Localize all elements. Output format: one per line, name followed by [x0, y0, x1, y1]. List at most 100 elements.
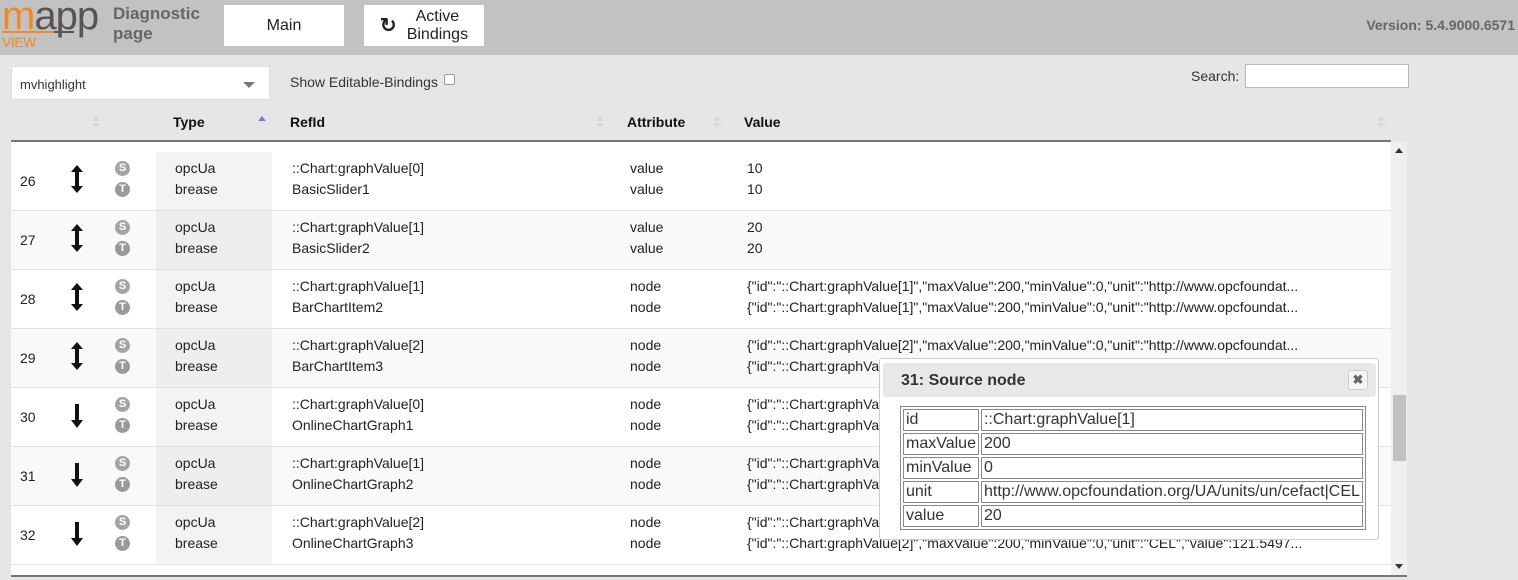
table-row[interactable]: 26 S TopcUa brease::Chart:graphValue[0] Basi… — [11, 152, 1391, 211]
source-badge-icon[interactable]: S — [115, 456, 130, 471]
property-key: value — [903, 505, 979, 527]
refresh-icon: ↻ — [379, 15, 397, 37]
close-icon[interactable]: ✖ — [1348, 370, 1368, 390]
target-badge-icon[interactable]: T — [115, 536, 130, 551]
refid-cell: ::Chart:graphValue[1] OnlineChartGraph2 — [292, 455, 425, 492]
property-key: unit — [903, 481, 979, 503]
attribute-cell: node node — [630, 337, 662, 374]
app-header: mapp VIEW Diagnostic page Main ↻ Active … — [0, 0, 1518, 55]
attribute-cell: node node — [630, 514, 662, 551]
popup-titlebar: 31: Source node ✖ — [883, 363, 1376, 397]
property-value: 0 — [980, 457, 1363, 479]
target-badge-icon[interactable]: T — [115, 182, 130, 197]
row-index: 27 — [20, 232, 36, 248]
source-badge-icon[interactable]: S — [115, 515, 130, 530]
column-header-refid[interactable]: RefId — [290, 114, 325, 130]
source-badge-icon[interactable]: S — [115, 397, 130, 412]
row-index: 28 — [20, 291, 36, 307]
source-target-badges: ST — [115, 397, 131, 439]
scroll-thumb[interactable] — [1393, 395, 1406, 461]
refid-cell: ::Chart:graphValue[2] BarChartItem3 — [292, 337, 425, 374]
search-input[interactable] — [1245, 64, 1409, 88]
show-editable-bindings[interactable]: Show Editable-Bindings — [290, 73, 455, 90]
source-badge-icon[interactable]: S — [115, 220, 130, 235]
refid-cell: ::Chart:graphValue[1] BarChartItem2 — [292, 278, 425, 315]
target-badge-icon[interactable]: T — [115, 300, 130, 315]
type-cell: opcUa brease — [175, 514, 218, 551]
arrow-down-icon — [69, 518, 85, 548]
sort-asc-icon[interactable] — [258, 116, 266, 130]
bidirectional-arrow-icon — [69, 164, 85, 194]
row-index: 32 — [20, 527, 36, 543]
source-target-badges: ST — [115, 279, 131, 321]
type-cell: opcUa brease — [175, 337, 218, 374]
table-header: Type RefId Attribute Value — [11, 108, 1391, 141]
show-editable-checkbox[interactable] — [443, 73, 455, 85]
property-value: 20 — [980, 505, 1363, 527]
logo-sub: VIEW — [2, 34, 36, 50]
type-cell: opcUa brease — [175, 219, 218, 256]
target-badge-icon[interactable]: T — [115, 359, 130, 374]
bidirectional-arrow-icon — [69, 282, 85, 312]
refid-cell: ::Chart:graphValue[2] OnlineChartGraph3 — [292, 514, 425, 551]
source-badge-icon[interactable]: S — [115, 338, 130, 353]
row-index: 29 — [20, 350, 36, 366]
chevron-down-icon — [243, 82, 255, 88]
table-scrollbar[interactable] — [1391, 142, 1407, 575]
column-header-attribute[interactable]: Attribute — [627, 114, 685, 130]
search-label: Search: — [1191, 68, 1240, 84]
sort-icon-direction[interactable] — [92, 116, 100, 130]
row-index: 30 — [20, 409, 36, 425]
mapp-view-logo: mapp VIEW — [2, 0, 104, 52]
property-row: unit http://www.opcfoundation.org/UA/unit… — [903, 481, 1363, 503]
row-index: 31 — [20, 468, 36, 484]
property-row: maxValue 200 — [903, 433, 1363, 455]
source-target-badges: ST — [115, 456, 131, 498]
target-badge-icon[interactable]: T — [115, 418, 130, 433]
source-target-badges: ST — [115, 220, 131, 262]
arrow-down-icon — [69, 459, 85, 489]
refid-cell: ::Chart:graphValue[0] OnlineChartGraph1 — [292, 396, 425, 433]
bidirectional-arrow-icon — [69, 223, 85, 253]
show-editable-label: Show Editable-Bindings — [290, 74, 438, 90]
property-row: id::Chart:graphValue[1] — [903, 409, 1363, 431]
value-cell: 10 10 — [747, 160, 763, 197]
source-badge-icon[interactable]: S — [115, 161, 130, 176]
value-cell: 20 20 — [747, 219, 763, 256]
table-row[interactable]: 28 S TopcUa brease::Chart:graphValue[1] BarC… — [11, 270, 1391, 329]
sort-icon-value[interactable] — [1377, 116, 1385, 130]
value-cell: {"id":"::Chart:graphValue[1]","maxValue"… — [747, 278, 1299, 315]
source-node-popup: 31: Source node ✖ id::Chart:graphValue[1… — [879, 358, 1379, 540]
table-bottom-divider — [11, 575, 1407, 577]
attribute-cell: node node — [630, 396, 662, 433]
active-bindings-button[interactable]: ↻ Active Bindings — [364, 5, 484, 46]
attribute-cell: value value — [630, 219, 664, 256]
property-key: id — [903, 409, 979, 431]
source-target-badges: ST — [115, 515, 131, 557]
node-properties-table: id::Chart:graphValue[1] maxValue 200 minVal… — [900, 406, 1366, 530]
column-header-value[interactable]: Value — [744, 114, 781, 130]
attribute-cell: node node — [630, 278, 662, 315]
target-badge-icon[interactable]: T — [115, 241, 130, 256]
bidirectional-arrow-icon — [69, 341, 85, 371]
value-cell: {"id":"::Chart:graphVa {"id":"::Chart:gra… — [747, 455, 880, 492]
property-value: ::Chart:graphValue[1] — [980, 409, 1363, 431]
target-badge-icon[interactable]: T — [115, 477, 130, 492]
type-cell: opcUa brease — [175, 396, 218, 433]
scroll-down-icon[interactable] — [1395, 564, 1403, 569]
property-row: value 20 — [903, 505, 1363, 527]
attribute-cell: node node — [630, 455, 662, 492]
table-row[interactable]: 27 S TopcUa brease::Chart:graphValue[1] Basi… — [11, 211, 1391, 270]
column-header-type[interactable]: Type — [173, 114, 205, 130]
main-button[interactable]: Main — [224, 5, 344, 46]
source-badge-icon[interactable]: S — [115, 279, 130, 294]
property-row: minValue 0 — [903, 457, 1363, 479]
content-select[interactable]: mvhighlight — [11, 66, 270, 100]
version-label: Version: 5.4.9000.6571 — [1366, 17, 1515, 33]
refid-cell: ::Chart:graphValue[1] BasicSlider2 — [292, 219, 425, 256]
sort-icon-refid[interactable] — [596, 116, 604, 130]
arrow-down-icon — [69, 400, 85, 430]
property-value: 200 — [980, 433, 1363, 455]
sort-icon-attribute[interactable] — [713, 116, 721, 130]
scroll-up-icon[interactable] — [1395, 148, 1403, 153]
